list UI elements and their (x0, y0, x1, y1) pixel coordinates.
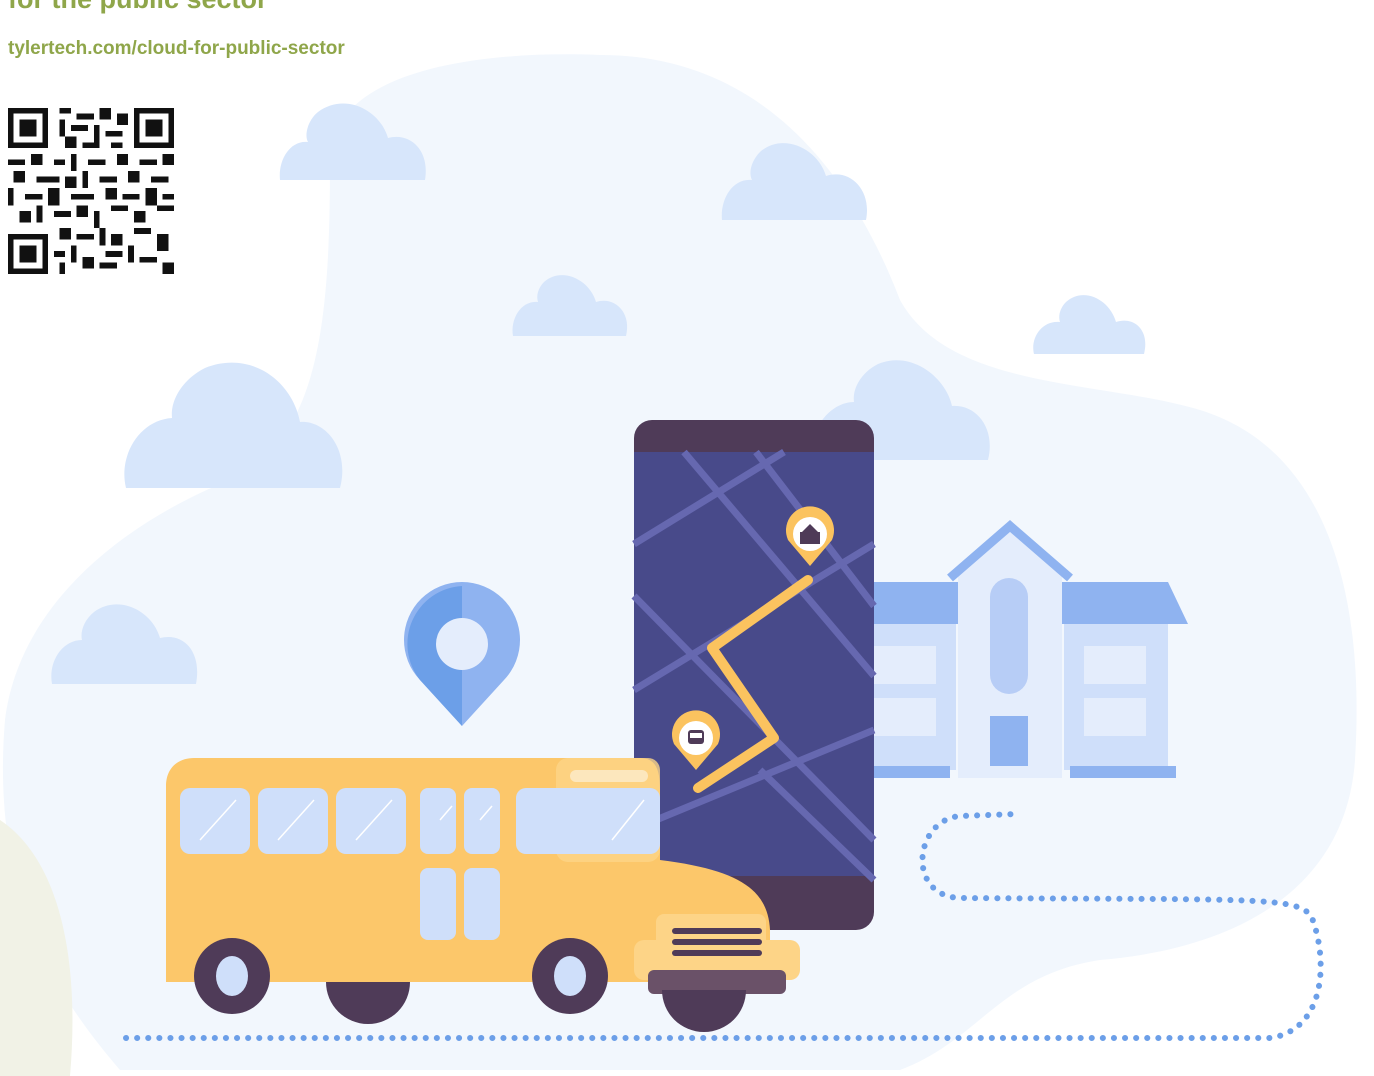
qr-code[interactable] (8, 108, 174, 274)
cloud (1033, 295, 1146, 354)
illustration-scene (0, 54, 1357, 1076)
bus-wheel (194, 938, 270, 1014)
headline: for the public sector (8, 0, 268, 15)
phone (631, 420, 877, 930)
bus-wheel (532, 938, 608, 1014)
website-url[interactable]: tylertech.com/cloud-for-public-sector (8, 38, 345, 60)
